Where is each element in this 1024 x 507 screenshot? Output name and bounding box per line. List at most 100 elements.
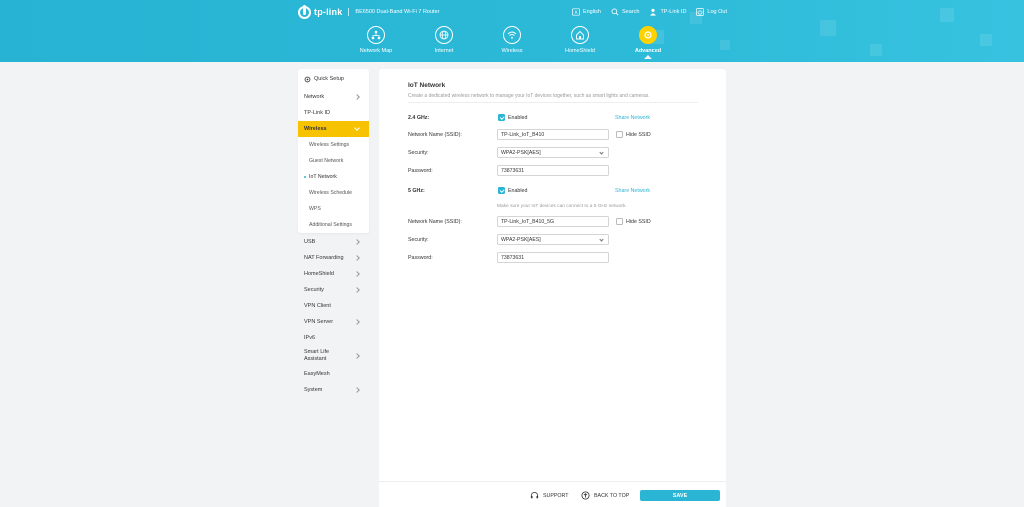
search-label: Search xyxy=(622,9,640,15)
band-5-password-input[interactable]: 73873631 xyxy=(497,252,609,263)
globe-icon: A xyxy=(571,8,580,16)
sidebar-item-label: VPN Server xyxy=(304,319,334,325)
gear-icon xyxy=(639,26,657,44)
band-5-password-label: Password: xyxy=(408,255,433,261)
sidebar-subitem-label: Wireless Settings xyxy=(309,142,350,148)
nav-internet[interactable]: Internet xyxy=(414,24,474,54)
nav-network-map[interactable]: Network Map xyxy=(346,24,406,54)
band-24-share-network-link[interactable]: Share Network xyxy=(615,115,650,121)
sidebar-item-easymesh[interactable]: EasyMesh xyxy=(298,366,369,382)
logout-button[interactable]: Log Out xyxy=(696,8,727,16)
sidebar-item-label: Smart Life Assistant xyxy=(304,349,330,362)
tp-link-id-button[interactable]: TP-Link ID xyxy=(649,8,686,16)
band-5-enabled-checkbox[interactable] xyxy=(498,187,505,194)
language-label: English xyxy=(582,9,601,15)
chevron-down-icon xyxy=(599,237,604,242)
nav-wireless-label: Wireless xyxy=(501,48,523,54)
sidebar-item-homeshield[interactable]: HomeShield xyxy=(298,266,369,282)
back-to-top-label: BACK TO TOP xyxy=(594,492,630,499)
sidebar-subitem-wireless-settings[interactable]: Wireless Settings xyxy=(298,137,369,153)
header-bar: tp-link BE6500 Dual-Band Wi-Fi 7 Router … xyxy=(0,0,1024,62)
sidebar-item-label: HomeShield xyxy=(304,271,334,277)
sidebar-item-system[interactable]: System xyxy=(298,382,369,398)
quick-setup-label: Quick Setup xyxy=(314,76,344,82)
search-button[interactable]: Search xyxy=(611,8,639,16)
sidebar-item-label: NAT Forwarding xyxy=(304,255,344,261)
search-icon xyxy=(611,8,619,16)
band-24-security-select[interactable]: WPA2-PSK[AES] xyxy=(497,147,609,158)
band-24-hide-ssid-checkbox[interactable] xyxy=(616,131,623,138)
arrow-up-circle-icon xyxy=(581,491,590,500)
sidebar-subitem-wireless-schedule[interactable]: Wireless Schedule xyxy=(298,185,369,201)
band-5-ssid-label: Network Name (SSID): xyxy=(408,219,462,225)
support-link[interactable]: SUPPORT xyxy=(530,491,569,500)
band-24-password-label: Password: xyxy=(408,168,433,174)
globe-icon xyxy=(435,26,453,44)
nav-advanced-label: Advanced xyxy=(634,48,662,54)
save-button[interactable]: SAVE xyxy=(640,490,720,501)
chevron-right-icon xyxy=(354,255,360,261)
band-24-ssid-label: Network Name (SSID): xyxy=(408,132,462,138)
brand-logo[interactable]: tp-link BE6500 Dual-Band Wi-Fi 7 Router xyxy=(298,4,440,19)
sidebar-subitem-additional-settings[interactable]: Additional Settings xyxy=(298,217,369,233)
sidebar-item-label: Wireless xyxy=(304,126,327,132)
brand-name: tp-link xyxy=(314,7,343,17)
sidebar-item-label: System xyxy=(304,387,323,393)
band-5-ssid-input[interactable]: TP-Link_IoT_B410_5G xyxy=(497,216,609,227)
sidebar-item-smart-life-assistant[interactable]: Smart Life Assistant xyxy=(298,346,369,366)
back-to-top-link[interactable]: BACK TO TOP xyxy=(581,491,629,500)
band-24-enabled-label: Enabled xyxy=(508,115,528,121)
band-5-label: 5 GHz: xyxy=(408,188,425,194)
band-5-enabled-label: Enabled xyxy=(508,188,528,194)
sidebar-item-network[interactable]: Network xyxy=(298,89,369,105)
sidebar-item-ipv6[interactable]: IPv6 xyxy=(298,330,369,346)
chevron-right-icon xyxy=(354,353,360,359)
band-24-hide-ssid-label: Hide SSID xyxy=(626,132,651,138)
sidebar-item-tp-link-id[interactable]: TP-Link ID xyxy=(298,105,369,121)
nav-advanced[interactable]: Advanced xyxy=(618,24,678,59)
band-24-ssid-input[interactable]: TP-Link_IoT_B410 xyxy=(497,129,609,140)
sidebar-item-vpn-server[interactable]: VPN Server xyxy=(298,314,369,330)
person-icon xyxy=(650,8,657,16)
sidebar-subitem-label: Additional Settings xyxy=(309,222,352,228)
sidebar-subitem-wps[interactable]: WPS xyxy=(298,201,369,217)
sidebar-item-label: Security xyxy=(304,287,324,293)
sidebar-item-label: VPN Client xyxy=(304,303,331,309)
quick-setup-button[interactable]: Quick Setup xyxy=(298,69,369,89)
band-24-enabled-checkbox[interactable] xyxy=(498,114,505,121)
band-5-security-select[interactable]: WPA2-PSK[AES] xyxy=(497,234,609,245)
band-5-share-network-link[interactable]: Share Network xyxy=(615,188,650,194)
sidebar-item-wireless[interactable]: Wireless xyxy=(298,121,369,137)
nav-network-map-label: Network Map xyxy=(359,48,393,54)
nav-homeshield[interactable]: HomeShield xyxy=(550,24,610,54)
page-description: Create a dedicated wireless network to m… xyxy=(408,93,650,99)
sidebar-item-security[interactable]: Security xyxy=(298,282,369,298)
band-24-password-input[interactable]: 73873631 xyxy=(497,165,609,176)
band-5-hide-ssid-checkbox[interactable] xyxy=(616,218,623,225)
sidebar-card: Quick Setup Network TP-Link ID Wireless … xyxy=(298,69,369,233)
logout-label: Log Out xyxy=(707,9,727,15)
chevron-right-icon xyxy=(354,287,360,293)
sidebar-item-usb[interactable]: USB xyxy=(298,234,369,250)
sidebar-item-nat-forwarding[interactable]: NAT Forwarding xyxy=(298,250,369,266)
band-5-hide-ssid-label: Hide SSID xyxy=(626,219,651,225)
nav-homeshield-label: HomeShield xyxy=(565,48,595,54)
top-links: A English Search TP-Link ID Log Out xyxy=(571,8,727,16)
band-24-security-label: Security: xyxy=(408,150,429,156)
wifi-icon xyxy=(503,26,521,44)
nav-internet-label: Internet xyxy=(434,48,454,54)
divider xyxy=(408,102,698,103)
sidebar-subitem-iot-network[interactable]: IoT Network xyxy=(298,169,369,185)
nav-wireless[interactable]: Wireless xyxy=(482,24,542,54)
chevron-down-icon xyxy=(354,125,360,131)
sidebar-subitem-label: WPS xyxy=(309,206,321,212)
sidebar-subitem-guest-network[interactable]: Guest Network xyxy=(298,153,369,169)
band-24-security-value: WPA2-PSK[AES] xyxy=(501,149,541,156)
language-button[interactable]: A English xyxy=(571,8,601,16)
band-24-label: 2.4 GHz: xyxy=(408,115,430,121)
product-name: BE6500 Dual-Band Wi-Fi 7 Router xyxy=(355,9,440,15)
band-5-hint: Make sure your IoT devices can connect t… xyxy=(497,204,627,209)
network-map-icon xyxy=(367,26,385,44)
sidebar-item-vpn-client[interactable]: VPN Client xyxy=(298,298,369,314)
svg-text:A: A xyxy=(575,10,578,15)
